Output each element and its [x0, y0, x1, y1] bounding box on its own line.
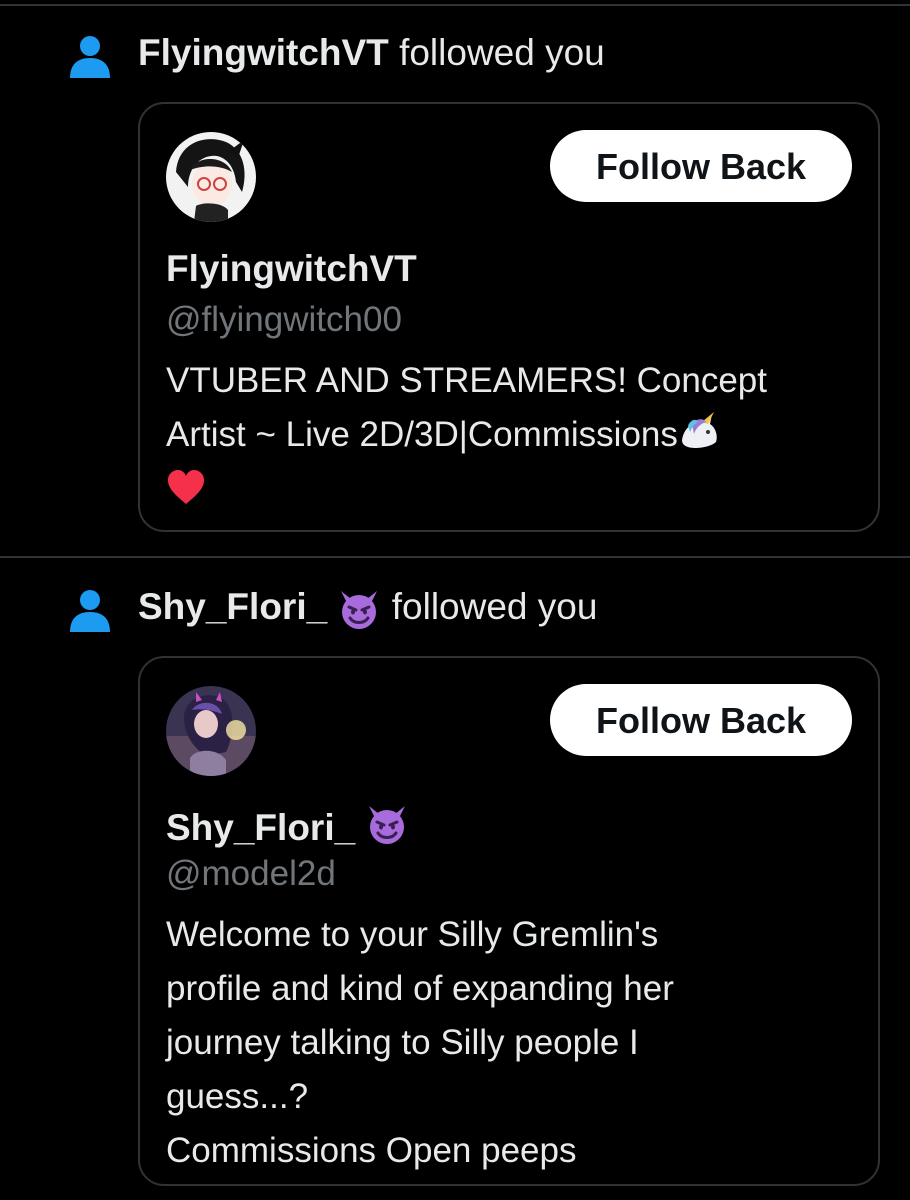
- user-handle[interactable]: @model2d: [166, 854, 336, 894]
- user-card[interactable]: Follow Back FlyingwitchVT @flyingwitch00…: [138, 102, 880, 532]
- notification-text: FlyingwitchVT followed you: [138, 30, 605, 76]
- unicorn-emoji-icon: [681, 412, 717, 448]
- follow-back-button[interactable]: Follow Back: [550, 684, 852, 756]
- bio-line: journey talking to Silly people I: [166, 1023, 639, 1062]
- user-handle[interactable]: @flyingwitch00: [166, 300, 402, 340]
- person-icon: [70, 590, 110, 632]
- bio-line: profile and kind of expanding her: [166, 969, 674, 1008]
- avatar[interactable]: [166, 686, 256, 776]
- display-name-text[interactable]: Shy_Flori_: [166, 807, 355, 848]
- user-bio: Welcome to your Silly Gremlin's profile …: [166, 908, 856, 1178]
- user-card[interactable]: Follow Back Shy_Flori_ @model2d Welcome …: [138, 656, 880, 1186]
- person-icon: [70, 36, 110, 78]
- notification-header: Shy_Flori_ followed you: [0, 584, 910, 644]
- notification-header: FlyingwitchVT followed you: [0, 30, 910, 90]
- notification-follow[interactable]: FlyingwitchVT followed you Follow Back F…: [0, 30, 910, 556]
- display-name[interactable]: FlyingwitchVT: [166, 248, 417, 290]
- top-divider: [0, 4, 910, 6]
- notification-action: followed you: [399, 32, 605, 73]
- section-divider: [0, 556, 910, 558]
- heart-emoji-icon: [168, 470, 204, 504]
- follower-name[interactable]: FlyingwitchVT: [138, 32, 389, 73]
- smiling-imp-emoji-icon: [369, 806, 406, 844]
- bio-line: Welcome to your Silly Gremlin's: [166, 915, 659, 954]
- display-name[interactable]: Shy_Flori_: [166, 802, 409, 849]
- notification-follow[interactable]: Shy_Flori_ followed you Follow Back Shy_…: [0, 584, 910, 1200]
- user-bio: VTUBER AND STREAMERS! Concept Artist ~ L…: [166, 354, 856, 516]
- notification-text: Shy_Flori_ followed you: [138, 584, 597, 631]
- notification-action: followed you: [391, 586, 598, 627]
- bio-line: guess...?: [166, 1077, 309, 1116]
- bio-line: Commissions Open peeps: [166, 1131, 577, 1170]
- bio-line: Artist ~ Live 2D/3D|Commissions: [166, 415, 678, 454]
- avatar-image: [166, 132, 256, 222]
- follow-back-button[interactable]: Follow Back: [550, 130, 852, 202]
- follower-name[interactable]: Shy_Flori_: [138, 586, 327, 627]
- smiling-imp-emoji-icon: [341, 591, 378, 630]
- bio-line: VTUBER AND STREAMERS! Concept: [166, 361, 767, 400]
- avatar[interactable]: [166, 132, 256, 222]
- avatar-image: [166, 686, 256, 776]
